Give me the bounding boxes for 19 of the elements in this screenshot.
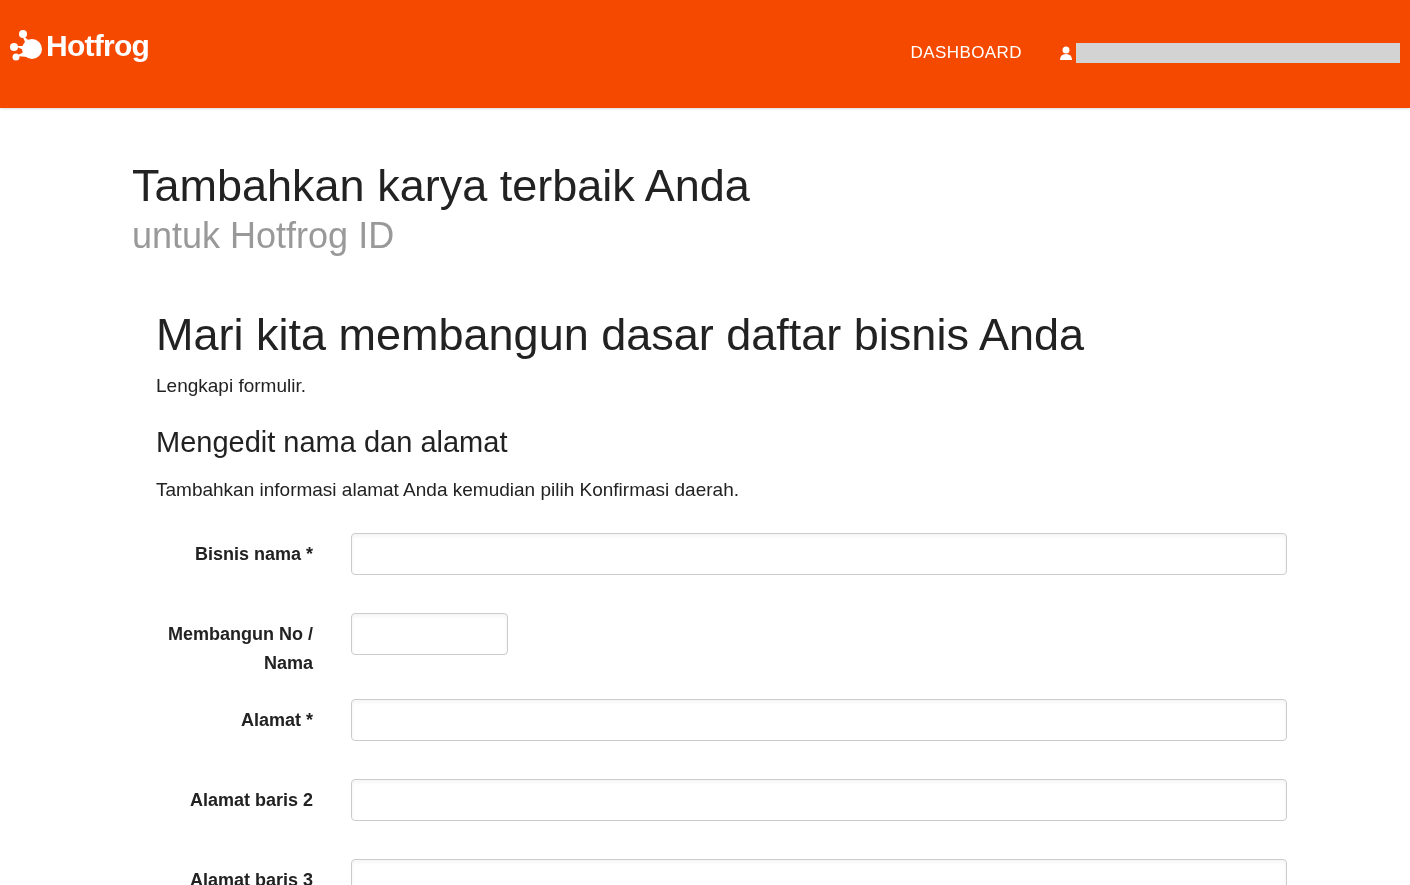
nav-link[interactable]: DASHBOARD	[910, 40, 1022, 66]
page-title: Tambahkan karya terbaik Anda	[132, 159, 751, 213]
field-label: Alamat baris 2	[188, 788, 313, 812]
text-input[interactable]	[351, 612, 508, 655]
text-input[interactable]	[351, 778, 1287, 821]
form-title: Mari kita membangun dasar daftar bisnis Anda	[156, 308, 1085, 362]
text-input[interactable]	[351, 532, 1287, 575]
section-title: Mengedit nama dan alamat	[156, 424, 509, 460]
intro-text: Lengkapi formulir.	[156, 374, 307, 398]
field-label: Bisnis nama *	[193, 542, 313, 566]
field-label: Alamat baris 3	[188, 868, 313, 885]
logo-link[interactable]: Hotfrog	[46, 22, 150, 68]
page-subtitle: untuk Hotfrog ID	[132, 214, 396, 258]
field-label: Membangun No / Nama	[167, 622, 313, 675]
frog-foot-icon	[10, 29, 44, 61]
section-text: Tambahkan informasi alamat Anda kemudian pilih Konfirmasi daerah.	[156, 478, 740, 502]
user-icon	[1060, 46, 1072, 60]
field-label: Alamat *	[239, 708, 313, 732]
text-input[interactable]	[351, 698, 1287, 741]
